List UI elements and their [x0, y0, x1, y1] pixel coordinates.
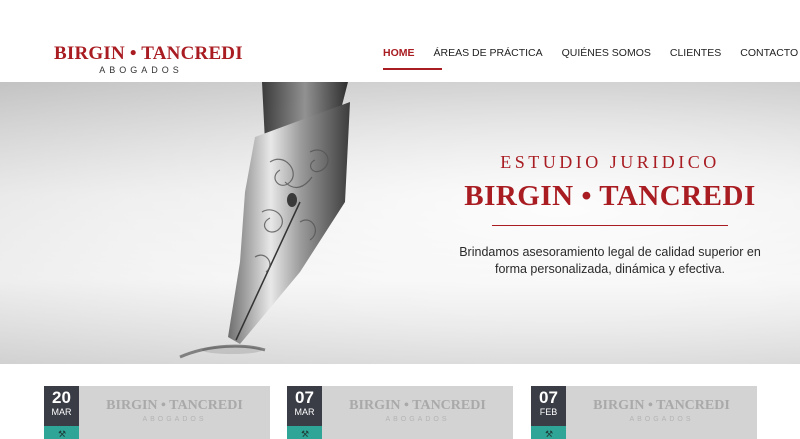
card-logo-title: BIRGIN • TANCREDI: [349, 398, 486, 413]
card-logo-subtitle: ABOGADOS: [142, 416, 207, 423]
card-month: FEB: [539, 407, 558, 417]
card-date: 07 FEB: [531, 386, 566, 426]
card-category-tag[interactable]: ⚒: [531, 426, 566, 439]
nav-active-indicator: [383, 68, 442, 70]
news-card[interactable]: 20 MAR ⚒ BIRGIN • TANCREDI ABOGADOS: [44, 386, 270, 439]
card-day: 20: [52, 388, 71, 407]
site-logo[interactable]: BIRGIN • TANCREDI ABOGADOS: [54, 43, 243, 75]
card-logo-subtitle: ABOGADOS: [629, 416, 694, 423]
nav-quienes-somos[interactable]: QUIÉNES SOMOS: [562, 46, 651, 70]
main-nav: HOME ÁREAS DE PRÁCTICA QUIÉNES SOMOS CLI…: [383, 46, 800, 70]
card-day: 07: [539, 388, 558, 407]
hero-description: Brindamos asesoramiento legal de calidad…: [459, 245, 761, 276]
nav-clientes[interactable]: CLIENTES: [670, 46, 721, 70]
hero-divider: [492, 225, 728, 226]
card-logo-title: BIRGIN • TANCREDI: [106, 398, 243, 413]
logo-title: BIRGIN • TANCREDI: [54, 43, 243, 64]
nav-home[interactable]: HOME: [383, 46, 415, 70]
site-header: BIRGIN • TANCREDI ABOGADOS HOME ÁREAS DE…: [0, 0, 800, 82]
card-category-tag[interactable]: ⚒: [287, 426, 322, 439]
card-month: MAR: [294, 407, 315, 417]
news-card[interactable]: 07 MAR ⚒ BIRGIN • TANCREDI ABOGADOS: [287, 386, 513, 439]
logo-subtitle: ABOGADOS: [99, 65, 183, 75]
card-thumbnail-logo: BIRGIN • TANCREDI ABOGADOS: [79, 398, 270, 423]
card-date: 20 MAR: [44, 386, 79, 426]
card-thumbnail-logo: BIRGIN • TANCREDI ABOGADOS: [322, 398, 513, 423]
card-thumbnail-logo: BIRGIN • TANCREDI ABOGADOS: [566, 398, 757, 423]
hero-kicker: ESTUDIO JURIDICO: [500, 152, 720, 172]
hero-title: BIRGIN • TANCREDI: [464, 180, 756, 212]
nav-areas-de-practica[interactable]: ÁREAS DE PRÁCTICA: [434, 46, 543, 70]
gavel-icon: ⚒: [58, 429, 67, 439]
card-date: 07 MAR: [287, 386, 322, 426]
gavel-icon: ⚒: [301, 429, 310, 439]
nav-contacto[interactable]: CONTACTO: [740, 46, 798, 70]
card-month: MAR: [51, 407, 72, 417]
gavel-icon: ⚒: [545, 429, 554, 439]
news-card[interactable]: 07 FEB ⚒ BIRGIN • TANCREDI ABOGADOS: [531, 386, 757, 439]
fountain-pen-image: [179, 82, 350, 359]
card-category-tag[interactable]: ⚒: [44, 426, 79, 439]
card-logo-subtitle: ABOGADOS: [385, 416, 450, 423]
news-cards: 20 MAR ⚒ BIRGIN • TANCREDI ABOGADOS 07 M…: [0, 364, 800, 439]
hero-banner: ESTUDIO JURIDICO BIRGIN • TANCREDI Brind…: [0, 82, 800, 364]
card-logo-title: BIRGIN • TANCREDI: [593, 398, 730, 413]
card-day: 07: [295, 388, 314, 407]
